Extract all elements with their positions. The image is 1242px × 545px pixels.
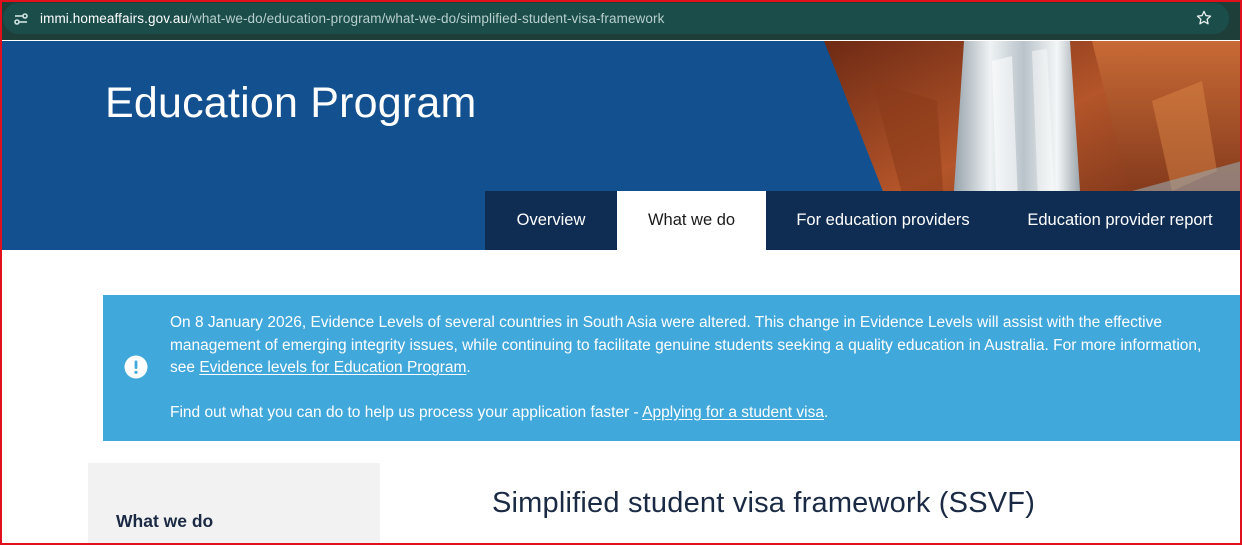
tab-overview[interactable]: Overview xyxy=(485,191,617,250)
evidence-levels-link[interactable]: Evidence levels for Education Program xyxy=(199,359,466,376)
section-tabs: Overview What we do For education provid… xyxy=(485,191,1240,250)
browser-address-bar: immi.homeaffairs.gov.au/what-we-do/educa… xyxy=(0,0,1242,40)
applying-student-visa-link[interactable]: Applying for a student visa xyxy=(642,404,824,421)
url-omnibox[interactable]: immi.homeaffairs.gov.au/what-we-do/educa… xyxy=(3,3,1229,34)
alert-paragraph-apply: Find out what you can do to help us proc… xyxy=(170,402,1230,425)
url-path: /what-we-do/education-program/what-we-do… xyxy=(188,11,665,26)
sidebar-nav: What we do xyxy=(88,463,380,545)
alert-paragraph-apply-text: Find out what you can do to help us proc… xyxy=(170,403,643,421)
url-domain: immi.homeaffairs.gov.au xyxy=(40,11,189,26)
tab-for-education-providers[interactable]: For education providers xyxy=(766,191,1000,250)
alert-message: On 8 January 2026, Evidence Levels of se… xyxy=(170,312,1230,424)
tab-education-provider-report[interactable]: Education provider report xyxy=(1000,191,1240,250)
info-alert: On 8 January 2026, Evidence Levels of se… xyxy=(103,295,1242,441)
alert-paragraph-evidence-end: . xyxy=(466,359,471,376)
exclamation-circle-icon xyxy=(124,355,148,379)
tab-what-we-do[interactable]: What we do xyxy=(617,191,766,250)
alert-paragraph-evidence: On 8 January 2026, Evidence Levels of se… xyxy=(170,312,1230,380)
page-title: Simplified student visa framework (SSVF) xyxy=(492,487,1036,519)
site-info-icon[interactable] xyxy=(12,10,30,28)
url-text[interactable]: immi.homeaffairs.gov.au/what-we-do/educa… xyxy=(40,11,664,26)
alert-paragraph-apply-end: . xyxy=(823,403,829,421)
sidebar-title[interactable]: What we do xyxy=(116,511,213,532)
hero-title: Education Program xyxy=(105,79,477,127)
bookmark-star-icon[interactable] xyxy=(1195,9,1213,27)
